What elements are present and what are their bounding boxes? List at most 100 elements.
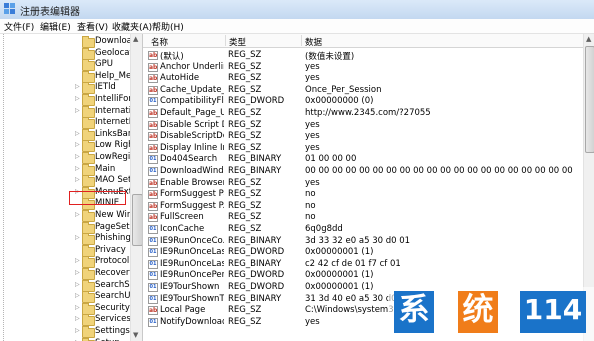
column-header-data[interactable]: 数据: [305, 36, 322, 48]
folder-icon: [82, 140, 95, 153]
menu-edit[interactable]: 编辑(E): [40, 20, 71, 33]
expand-arrow-icon[interactable]: ▷: [75, 130, 80, 137]
tree-item-main[interactable]: ▷ Main: [0, 163, 130, 176]
value-row[interactable]: 01IE9RunOncePerI... REG_DWORD 0x00000001 (…: [143, 270, 583, 282]
value-name: DownloadWind...: [160, 166, 224, 176]
expand-arrow-icon[interactable]: ▷: [75, 107, 80, 114]
value-row[interactable]: 01IE9RunOnceLast... REG_DWORD 0x00000001 (…: [143, 247, 583, 259]
value-row[interactable]: abDefault_Page_URL REG_SZ http://www.2345.…: [143, 108, 583, 120]
expand-arrow-icon[interactable]: ▷: [75, 141, 80, 148]
value-type: REG_SZ: [228, 177, 262, 188]
menu-favorites[interactable]: 收藏夹(A): [112, 20, 152, 33]
list-scroll-thumb[interactable]: [585, 46, 594, 153]
expand-arrow-icon[interactable]: ▷: [75, 153, 80, 160]
value-row[interactable]: ab AutoHide REG_SZ yes: [143, 73, 583, 85]
tree-item-recovery[interactable]: ▷ Recovery: [0, 268, 134, 280]
tree-item-low-rights[interactable]: ▷ Low Rights: [0, 140, 141, 153]
tree-item-pagesetup[interactable]: PageSetup: [0, 221, 140, 234]
value-row[interactable]: 01DownloadWind... REG_BINARY 00 00 00 00 0…: [143, 166, 583, 178]
tree-item-internetreg[interactable]: InternetReg: [0, 117, 142, 130]
tree-item-settings[interactable]: ▷ Settings: [0, 326, 130, 338]
column-header-type[interactable]: 类型: [229, 36, 246, 48]
value-name: Enable Browser ...: [160, 177, 224, 188]
value-row[interactable]: 01 IconCache REG_SZ 6q0g8dd: [143, 224, 583, 236]
watermark-char: 统: [462, 292, 494, 328]
value-data: yes: [305, 119, 320, 130]
value-data: no: [305, 212, 316, 223]
tree-scroll-thumb[interactable]: [132, 194, 142, 246]
folder-icon: [82, 128, 95, 141]
tree-item-gpu[interactable]: GPU: [0, 59, 130, 72]
tree-item-security[interactable]: ▷ Security: [0, 302, 130, 315]
expand-arrow-icon[interactable]: ▷: [75, 269, 80, 276]
tree-item-lowregistr[interactable]: ▷ LowRegistr: [0, 152, 142, 164]
value-row[interactable]: abEnable Browser ... REG_SZ yes: [143, 178, 583, 190]
expand-arrow-icon[interactable]: ▷: [75, 234, 80, 241]
expand-arrow-icon[interactable]: ▷: [75, 315, 80, 322]
registry-key-tree[interactable]: Download Geolocatio GPU Help_Menu ▷ IETld ▷ Int…: [0, 34, 143, 341]
value-name: Local Page: [160, 305, 206, 316]
tree-item-searchurl[interactable]: ▷ SearchUrl: [0, 291, 136, 304]
expand-arrow-icon[interactable]: ▷: [75, 176, 80, 183]
expand-arrow-icon[interactable]: ▷: [75, 304, 80, 311]
value-row[interactable]: abDisableScriptDe... REG_SZ yes: [143, 131, 583, 143]
string-value-icon: ab: [148, 85, 158, 95]
scroll-up-arrow-icon[interactable]: ▲: [133, 35, 138, 43]
tree-item-intelliform[interactable]: ▷ IntelliForm: [0, 94, 140, 106]
expand-arrow-icon[interactable]: ▷: [75, 211, 80, 218]
folder-icon: [82, 36, 95, 48]
tree-item-mao-settin[interactable]: ▷ MAO Settin: [0, 175, 142, 188]
scroll-up-arrow-icon[interactable]: ▲: [586, 35, 591, 43]
value-row[interactable]: abCache_Update_F... REG_SZ Once_Per_Sessio…: [143, 85, 583, 97]
folder-icon: [82, 233, 95, 246]
value-row[interactable]: abFormSuggest Pa... REG_SZ no: [143, 189, 583, 201]
value-row[interactable]: ab FormSuggest P... REG_SZ no: [143, 201, 583, 213]
column-header-name[interactable]: 名称: [151, 36, 168, 48]
value-row[interactable]: abDisable Script D... REG_SZ yes: [143, 120, 583, 132]
value-row[interactable]: abAnchor Underline REG_SZ yes: [143, 62, 583, 74]
value-type: REG_SZ: [228, 305, 262, 316]
tree-item-privacy[interactable]: Privacy: [0, 244, 130, 257]
column-divider[interactable]: [225, 35, 226, 46]
tree-item-label: Recovery: [95, 268, 135, 278]
tree-scrollbar[interactable]: ▲ ▼: [130, 34, 142, 341]
value-row[interactable]: 01 IE9RunOnceCo... REG_BINARY 3d 33 32 e0 a…: [143, 236, 583, 248]
value-data: 0x00000000 (0): [305, 96, 374, 107]
value-row[interactable]: 01IE9RunOnceLast... REG_BINARY c2 42 cf de…: [143, 259, 583, 271]
tree-item-linksbar[interactable]: ▷ LinksBar: [0, 128, 131, 141]
folder-icon: [82, 256, 95, 269]
tree-item-setup[interactable]: ▷Setup: [0, 337, 130, 341]
value-type: REG_SZ: [228, 131, 262, 142]
scroll-down-arrow-icon[interactable]: ▼: [133, 331, 138, 339]
tree-item-searchscop[interactable]: ▷ SearchScop: [0, 279, 142, 292]
value-row[interactable]: ab (默认) REG_SZ (数值未设置): [143, 50, 583, 62]
value-name: CompatibilityFla...: [160, 96, 224, 107]
expand-arrow-icon[interactable]: ▷: [75, 292, 80, 299]
value-row[interactable]: 01 Do404Search REG_BINARY 01 00 00 00: [143, 154, 583, 166]
tree-item-geolocatio[interactable]: Geolocatio: [0, 47, 140, 60]
tree-item-phishingfil[interactable]: ▷ PhishingFil: [0, 233, 140, 246]
value-row[interactable]: ab FullScreen REG_SZ no: [143, 212, 583, 224]
expand-arrow-icon[interactable]: ▷: [75, 281, 80, 288]
menu-file[interactable]: 文件(F): [4, 20, 34, 33]
expand-arrow-icon[interactable]: ▷: [75, 165, 80, 172]
expand-arrow-icon[interactable]: ▷: [75, 83, 80, 90]
menu-help[interactable]: 帮助(H): [152, 20, 184, 33]
tree-item-new-windo[interactable]: ▷ New Windo: [0, 210, 142, 222]
tree-item-services[interactable]: ▷ Services: [0, 314, 131, 327]
tree-item-download[interactable]: Download: [0, 36, 137, 48]
value-row[interactable]: 01CompatibilityFla... REG_DWORD 0x00000000…: [143, 96, 583, 108]
expand-arrow-icon[interactable]: ▷: [75, 257, 80, 264]
expand-arrow-icon[interactable]: ▷: [75, 327, 80, 334]
value-name: IE9RunOnceLast...: [160, 258, 224, 269]
expand-arrow-icon[interactable]: ▷: [75, 95, 80, 102]
tree-item-help-menu[interactable]: Help_Menu: [0, 70, 142, 83]
value-row[interactable]: abDisplay Inline Im... REG_SZ yes: [143, 143, 583, 155]
tree-item-internation[interactable]: ▷ Internation: [0, 105, 142, 118]
selected-key-highlight: [69, 191, 126, 205]
tree-item-protocolex[interactable]: ▷ ProtocolEx: [0, 256, 140, 269]
window-title: 注册表编辑器: [20, 7, 80, 18]
tree-item-ietld[interactable]: ▷ IETld: [0, 82, 130, 95]
column-divider[interactable]: [301, 35, 302, 46]
menu-view[interactable]: 查看(V): [77, 20, 108, 33]
